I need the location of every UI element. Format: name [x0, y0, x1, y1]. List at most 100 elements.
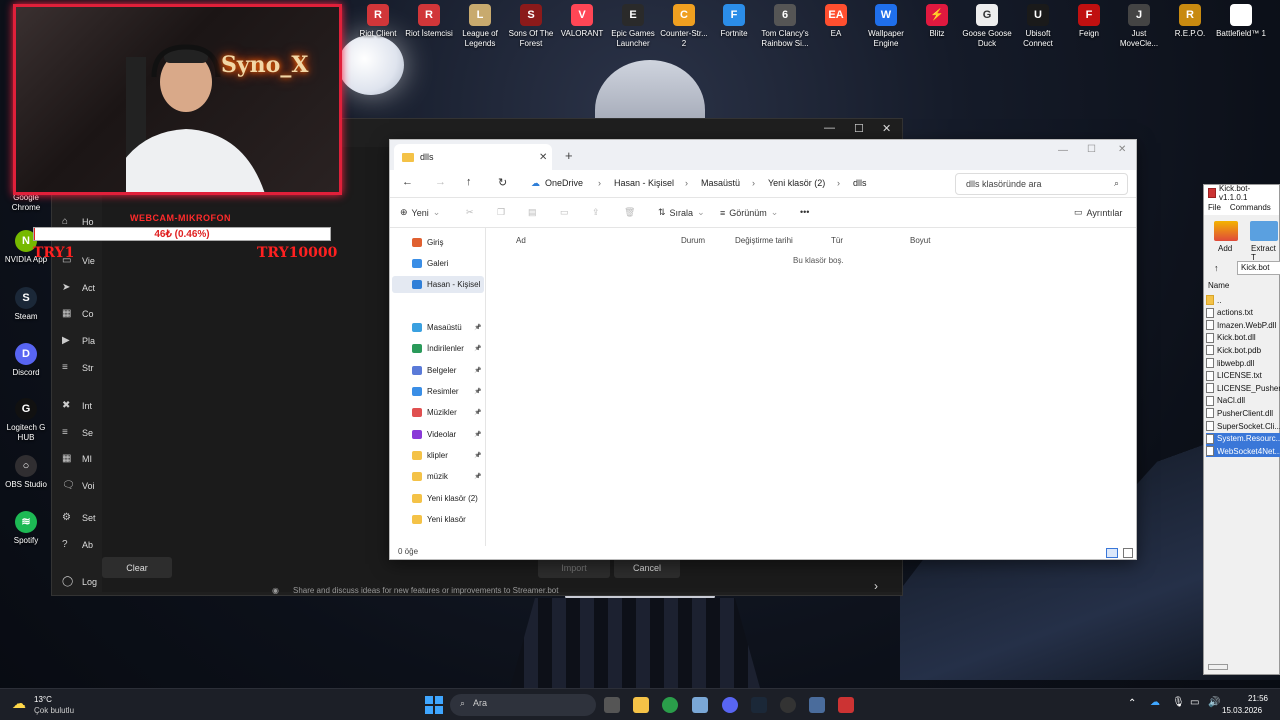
breadcrumb-item[interactable]: Masaüstü	[701, 178, 740, 188]
obs-taskbar-icon[interactable]	[780, 697, 796, 713]
delete-icon[interactable]: 🗑	[624, 207, 635, 218]
column-header[interactable]: Değiştirme tarihi	[735, 236, 793, 245]
extract-icon[interactable]	[1250, 221, 1278, 241]
microphone-tray-icon[interactable]: 🎙	[1172, 697, 1185, 708]
desktop-icon[interactable]: D Discord	[0, 343, 52, 378]
sidebar-item[interactable]: ⌂ Ho	[62, 216, 112, 227]
breadcrumb-item[interactable]: Yeni klasör (2)	[768, 178, 825, 188]
desktop-icon[interactable]: U Ubisoft Connect	[1012, 4, 1064, 49]
paste-icon[interactable]: ▤	[528, 207, 537, 218]
nav-item[interactable]: Giriş	[412, 238, 482, 247]
desktop-icon[interactable]: Battlefield™ 1	[1215, 4, 1267, 39]
nav-item[interactable]: klipler 📌	[412, 451, 482, 460]
add-button-label[interactable]: Add	[1218, 244, 1232, 253]
new-tab-button[interactable]: +	[565, 148, 573, 163]
maximize-button[interactable]: ☐	[854, 122, 864, 135]
share-icon[interactable]: ⇪	[592, 207, 600, 218]
nav-item[interactable]: İndirilenler 📌	[412, 344, 482, 353]
column-header[interactable]: Durum	[681, 236, 705, 245]
column-header[interactable]: Boyut	[910, 236, 930, 245]
menu-file[interactable]: File	[1208, 203, 1221, 213]
desktop-icon[interactable]: 6 Tom Clancy's Rainbow Si...	[759, 4, 811, 49]
archive-file-row[interactable]: Imazen.WebP.dll	[1206, 319, 1280, 331]
copy-icon[interactable]: ❐	[497, 207, 505, 218]
nav-item[interactable]: müzik 📌	[412, 472, 482, 481]
cut-icon[interactable]: ✂	[466, 207, 474, 218]
nav-item[interactable]: Hasan - Kişisel	[392, 276, 484, 293]
desktop-icon[interactable]: E Epic Games Launcher	[607, 4, 659, 49]
sidebar-item[interactable]: ? Ab	[62, 539, 112, 550]
network-tray-icon[interactable]: ▭	[1190, 697, 1199, 708]
chrome-taskbar-icon[interactable]	[662, 697, 678, 713]
more-options-button[interactable]: •••	[800, 207, 809, 217]
discord-taskbar-icon[interactable]	[722, 697, 738, 713]
nav-item[interactable]: Galeri	[412, 259, 482, 268]
taskbar-search-input[interactable]: ⌕ Ara	[450, 694, 596, 716]
desktop-icon[interactable]: J Just MoveCle...	[1113, 4, 1165, 49]
archive-file-row[interactable]: libwebp.dll	[1206, 357, 1280, 369]
explorer-tab[interactable]: dlls ✕	[394, 144, 552, 170]
archive-file-row[interactable]: LICENSE.txt	[1206, 370, 1280, 382]
clock-date[interactable]: 15.03.2026	[1222, 706, 1262, 715]
extract-button-label[interactable]: Extract T	[1251, 244, 1279, 262]
minimize-button[interactable]: —	[824, 122, 835, 134]
archive-file-row[interactable]: System.Resourc...	[1206, 432, 1280, 445]
import-button[interactable]: Import	[538, 557, 610, 578]
clock-time[interactable]: 21:56	[1238, 694, 1268, 703]
sidebar-item[interactable]: ≡ Str	[62, 362, 112, 373]
streamerbot-taskbar-icon[interactable]	[809, 697, 825, 713]
sidebar-item[interactable]: ▦ Co	[62, 308, 112, 319]
cancel-button[interactable]: Cancel	[614, 557, 680, 578]
column-header[interactable]: Ad	[516, 236, 526, 245]
steam-taskbar-icon[interactable]	[751, 697, 767, 713]
desktop-icon[interactable]: ≋ Spotify	[0, 511, 52, 546]
up-folder-icon[interactable]: ↑	[1214, 263, 1219, 273]
breadcrumb-item[interactable]: OneDrive	[545, 178, 583, 188]
desktop-icon[interactable]: C Counter-Str... 2	[658, 4, 710, 49]
sidebar-item[interactable]: ▶ Pla	[62, 335, 112, 346]
nav-item[interactable]: Yeni klasör (2)	[412, 494, 482, 503]
desktop-icon[interactable]: F Fortnite	[708, 4, 760, 39]
breadcrumb-item[interactable]: dlls	[853, 178, 867, 188]
sidebar-item[interactable]: ▦ MI	[62, 453, 112, 464]
volume-tray-icon[interactable]: 🔊	[1208, 697, 1220, 708]
desktop-icon[interactable]: G Logitech G HUB	[0, 398, 52, 443]
desktop-icon[interactable]: S Sons Of The Forest	[505, 4, 557, 49]
nav-item[interactable]: Resimler 📌	[412, 387, 482, 396]
sidebar-item[interactable]: 🗨 Voi	[62, 480, 112, 491]
chevron-up-icon[interactable]: ⌃	[1128, 698, 1136, 709]
add-icon[interactable]	[1214, 221, 1238, 241]
archive-file-row[interactable]: PusherClient.dll	[1206, 407, 1280, 419]
desktop-icon[interactable]: S Steam	[0, 287, 52, 322]
column-header[interactable]: Tür	[831, 236, 843, 245]
archive-path[interactable]: Kick.bot	[1237, 261, 1280, 275]
nav-item[interactable]: Müzikler 📌	[412, 408, 482, 417]
archive-file-row[interactable]: WebSocket4Net...	[1206, 445, 1280, 458]
back-arrow-icon[interactable]: ←	[402, 176, 413, 188]
breadcrumb-item[interactable]: Hasan - Kişisel	[614, 178, 674, 188]
sidebar-item[interactable]: ⚙ Set	[62, 512, 112, 523]
archive-file-row[interactable]: LICENSE_Pusher...	[1206, 382, 1280, 394]
desktop-icon[interactable]: W Wallpaper Engine	[860, 4, 912, 49]
desktop-icon[interactable]: ○ OBS Studio	[0, 455, 52, 490]
details-view-toggle[interactable]	[1106, 548, 1118, 558]
sidebar-item[interactable]: ≡ Se	[62, 427, 112, 438]
close-button[interactable]: ✕	[882, 122, 891, 135]
archive-file-row[interactable]: ..	[1206, 294, 1280, 306]
forward-arrow-icon[interactable]: →	[435, 176, 446, 188]
archive-file-row[interactable]: actions.txt	[1206, 307, 1280, 319]
archive-file-row[interactable]: NaCl.dll	[1206, 395, 1280, 407]
desktop-icon[interactable]: R Riot İstemcisi	[403, 4, 455, 39]
desktop-icon[interactable]: R Riot Client	[352, 4, 404, 39]
desktop-icon[interactable]: L League of Legends	[454, 4, 506, 49]
close-tab-icon[interactable]: ✕	[539, 152, 547, 163]
sidebar-item[interactable]: ✖ Int	[62, 400, 112, 411]
nav-item[interactable]: Belgeler 📌	[412, 366, 482, 375]
nav-item[interactable]: Yeni klasör	[412, 515, 482, 524]
sidebar-item[interactable]: ➤ Act	[62, 282, 112, 293]
archive-file-row[interactable]: Kick.bot.pdb	[1206, 344, 1280, 356]
view-button[interactable]: ≡ Görünüm ⌄	[720, 207, 778, 218]
refresh-icon[interactable]: ↻	[498, 176, 507, 189]
explorer-close-button[interactable]: ✕	[1118, 144, 1126, 155]
task-view-icon[interactable]	[604, 697, 620, 713]
